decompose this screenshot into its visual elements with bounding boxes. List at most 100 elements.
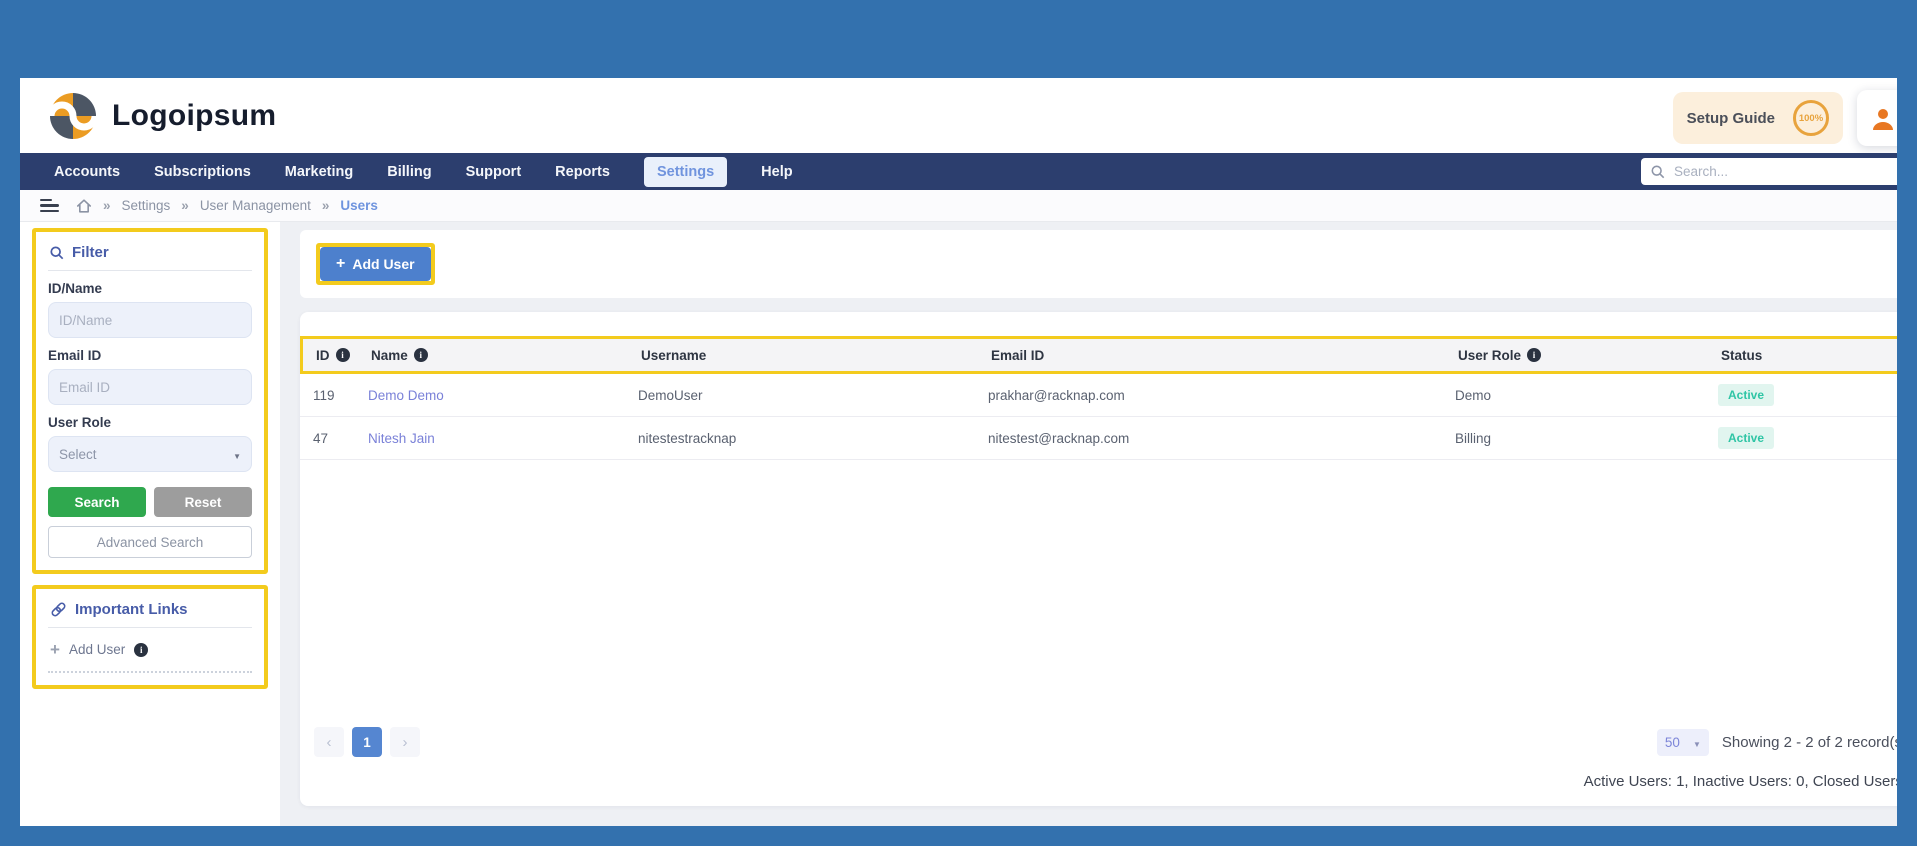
logo: Logoipsum: [50, 92, 277, 139]
filter-title-text: Filter: [72, 244, 109, 261]
global-search: [1641, 158, 1897, 185]
status-badge: Active: [1718, 427, 1775, 449]
nav-item-billing[interactable]: Billing: [387, 164, 431, 180]
nav-item-accounts[interactable]: Accounts: [54, 164, 120, 180]
pagination-right: 50 Showing 2 - 2 of 2 record(s): [1656, 728, 1897, 756]
nav-item-marketing[interactable]: Marketing: [285, 164, 354, 180]
page-size-value: 50: [1664, 734, 1680, 750]
app-frame: Logoipsum Setup Guide 100% Accounts Subs…: [0, 0, 1917, 846]
main-panel: + Add User ID Name: [280, 222, 1897, 826]
column-header-label: Status: [1721, 347, 1763, 363]
column-header-email[interactable]: Email ID: [991, 348, 1458, 363]
search-icon: [1651, 165, 1665, 178]
status-badge: Active: [1718, 384, 1775, 406]
cell-email: nitestest@racknap.com: [988, 430, 1130, 446]
user-name-link[interactable]: Nitesh Jain: [368, 431, 435, 446]
nav-item-help[interactable]: Help: [761, 164, 792, 180]
user-avatar-button[interactable]: [1857, 90, 1897, 146]
user-role-select[interactable]: Select: [48, 436, 252, 472]
breadcrumb-settings[interactable]: Settings: [122, 198, 171, 213]
setup-progress-ring: 100%: [1793, 100, 1829, 136]
nav-item-support[interactable]: Support: [466, 164, 522, 180]
add-user-highlight-box: + Add User: [316, 243, 435, 285]
column-header-username[interactable]: Username: [641, 348, 991, 363]
app-header: Logoipsum Setup Guide 100%: [20, 78, 1897, 153]
page-size-select[interactable]: 50: [1656, 728, 1709, 756]
plus-icon: +: [50, 640, 60, 659]
cell-role: Billing: [1455, 430, 1492, 446]
top-nav: Accounts Subscriptions Marketing Billing…: [20, 153, 1897, 190]
sidebar-toggle-icon[interactable]: [40, 198, 59, 213]
plus-icon: +: [336, 255, 346, 272]
toolbar: + Add User: [300, 230, 1897, 298]
breadcrumb-separator: [181, 198, 189, 213]
column-header-label: Username: [641, 347, 707, 363]
column-header-label: User Role: [1458, 347, 1522, 363]
info-icon[interactable]: [134, 642, 149, 657]
column-header-user-role[interactable]: User Role: [1458, 348, 1721, 363]
nav-item-subscriptions[interactable]: Subscriptions: [154, 164, 251, 180]
table-row: 47 Nitesh Jain nitestestracknap nitestes…: [300, 417, 1897, 460]
app-page: Logoipsum Setup Guide 100% Accounts Subs…: [20, 78, 1897, 826]
reset-button[interactable]: Reset: [154, 487, 252, 517]
table-row: 119 Demo Demo DemoUser prakhar@racknap.c…: [300, 374, 1897, 417]
search-input[interactable]: [1672, 163, 1893, 180]
info-icon[interactable]: [1527, 348, 1542, 362]
cell-username: nitestestracknap: [638, 430, 737, 446]
home-icon[interactable]: [76, 198, 92, 214]
add-user-button[interactable]: + Add User: [320, 247, 431, 281]
next-page-button[interactable]: ›: [390, 727, 420, 757]
user-stats-text: Active Users: 1, Inactive Users: 0, Clos…: [1583, 773, 1897, 790]
filter-panel: Filter ID/Name Email ID User Role Select…: [32, 228, 268, 574]
prev-page-button[interactable]: ‹: [314, 727, 344, 757]
breadcrumb-user-management[interactable]: User Management: [200, 198, 311, 213]
logo-icon: [50, 92, 96, 139]
showing-records-text: Showing 2 - 2 of 2 record(s): [1721, 733, 1897, 751]
user-name-link[interactable]: Demo Demo: [368, 388, 444, 403]
info-icon[interactable]: [413, 348, 428, 362]
nav-item-settings[interactable]: Settings: [643, 156, 728, 187]
user-role-selected-value: Select: [59, 446, 97, 462]
link-icon: [51, 602, 66, 617]
cell-role: Demo: [1455, 387, 1492, 403]
breadcrumb: Settings User Management Users: [20, 190, 1897, 222]
current-page-button[interactable]: 1: [352, 727, 382, 757]
important-link-add-user[interactable]: + Add User: [48, 628, 252, 658]
advanced-search-button[interactable]: Advanced Search: [48, 526, 252, 558]
important-link-label: Add User: [68, 642, 126, 657]
setup-guide-button[interactable]: Setup Guide 100%: [1672, 92, 1843, 144]
important-links-title-text: Important Links: [75, 601, 188, 618]
search-button[interactable]: Search: [48, 487, 146, 517]
cell-email: prakhar@racknap.com: [988, 387, 1125, 403]
email-field[interactable]: [48, 369, 252, 405]
column-header-label: Email ID: [991, 347, 1045, 363]
breadcrumb-separator: [103, 198, 111, 213]
id-name-label: ID/Name: [48, 281, 103, 296]
chevron-down-icon: [233, 447, 241, 462]
filter-panel-title: Filter: [48, 242, 252, 271]
dotted-divider: [48, 671, 252, 673]
users-table-card: ID Name Username Email ID: [300, 312, 1897, 806]
column-header-id[interactable]: ID: [303, 348, 371, 363]
setup-guide-label: Setup Guide: [1686, 109, 1775, 127]
info-icon[interactable]: [335, 348, 350, 362]
pagination: ‹ 1 › 50 Showing 2 - 2 of 2 record(s): [300, 715, 1897, 761]
table-header-row: ID Name Username Email ID: [300, 336, 1897, 374]
column-header-status[interactable]: Status: [1721, 348, 1897, 363]
column-header-name[interactable]: Name: [371, 348, 641, 363]
content-area: Filter ID/Name Email ID User Role Select…: [20, 222, 1897, 826]
user-role-label: User Role: [48, 415, 112, 430]
cell-id: 119: [313, 387, 335, 403]
breadcrumb-users[interactable]: Users: [340, 198, 378, 213]
nav-item-reports[interactable]: Reports: [555, 164, 610, 180]
important-links-panel: Important Links + Add User: [32, 585, 268, 689]
id-name-field[interactable]: [48, 302, 252, 338]
sidebar: Filter ID/Name Email ID User Role Select…: [20, 222, 280, 826]
cell-id: 47: [313, 430, 329, 446]
breadcrumb-separator: [322, 198, 330, 213]
chevron-down-icon: [1693, 735, 1701, 750]
avatar-icon: [1873, 109, 1893, 130]
logo-text: Logoipsum: [112, 98, 277, 132]
important-links-title: Important Links: [48, 599, 252, 628]
email-label: Email ID: [48, 348, 102, 363]
